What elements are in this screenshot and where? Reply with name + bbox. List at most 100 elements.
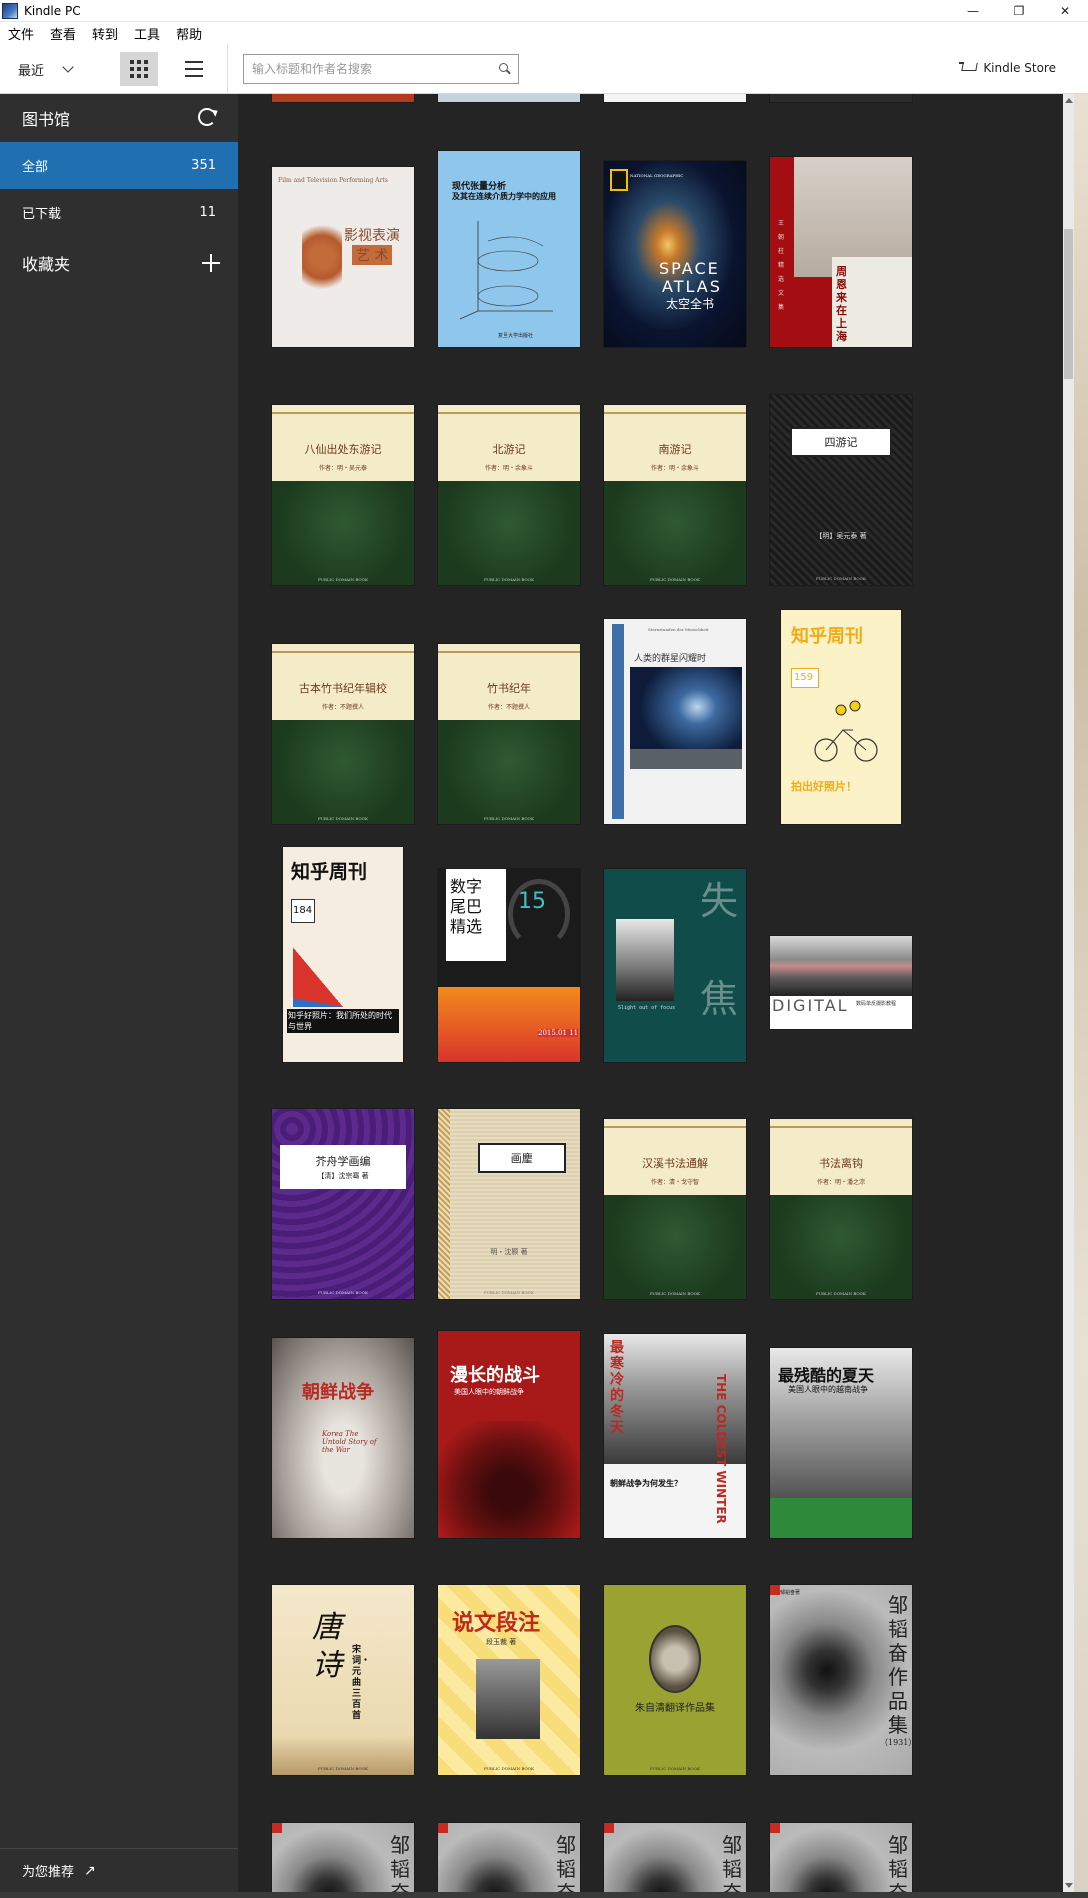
book-cover[interactable]: 汉溪书法通解 作者：清・戈守智 PUBLIC DOMAIN BOOK (604, 1119, 746, 1299)
book-subtitle: 王 朝 柱 精 选 文 集 (778, 220, 785, 311)
title-bar: Kindle PC — ❐ ✕ (0, 0, 1088, 22)
maximize-button[interactable]: ❐ (996, 0, 1042, 22)
external-link-icon: ↗ (84, 1862, 96, 1879)
menu-tools[interactable]: 工具 (134, 24, 160, 43)
book-cover[interactable]: 邹 韬 奋 (438, 1823, 580, 1892)
scroll-down-arrow-icon[interactable] (1065, 1883, 1073, 1888)
cover-photo (616, 919, 674, 1001)
book-cover[interactable]: 书法离钩 作者：明・潘之淙 PUBLIC DOMAIN BOOK (770, 1119, 912, 1299)
minimize-button[interactable]: — (950, 0, 996, 22)
public-domain-label: PUBLIC DOMAIN BOOK (318, 1766, 368, 1771)
book-cover[interactable]: DIGITAL 数码单反摄影教程 (770, 936, 912, 1029)
menu-view[interactable]: 查看 (50, 24, 76, 43)
book-cover[interactable]: 邹 韬 奋 (604, 1823, 746, 1892)
grid-view-button[interactable] (120, 52, 158, 86)
book-cover[interactable]: Film and Television Performing Arts 影视表演… (272, 167, 414, 347)
book-author: 作者：明・潘之淙 (816, 1178, 865, 1186)
sidebar-item-count: 351 (191, 158, 216, 173)
recommend-link[interactable]: 为您推荐 ↗ (0, 1848, 238, 1892)
book-cover[interactable]: 漫长的战斗 美国人眼中的朝鲜战争 (438, 1331, 580, 1538)
menu-help[interactable]: 帮助 (176, 24, 202, 43)
issue-number: 184 (293, 905, 313, 916)
book-author: 作者：不题撰人 (487, 703, 530, 711)
taskbar-edge (0, 1892, 1088, 1898)
public-domain-label: PUBLIC DOMAIN BOOK (484, 1766, 534, 1771)
book-title-3: 奋 (556, 1877, 576, 1892)
book-title-3: 奋 (888, 1877, 908, 1892)
cart-icon (959, 60, 979, 76)
menu-goto[interactable]: 转到 (92, 24, 118, 43)
book-cover[interactable]: 南游记 作者：明・余象斗 PUBLIC DOMAIN BOOK (604, 405, 746, 585)
scrollbar-thumb[interactable] (1064, 229, 1073, 379)
book-subtitle: 数码单反摄影教程 (856, 1001, 897, 1007)
book-title: 影视表演 (344, 228, 400, 244)
book-title: 人类的群星闪耀时 (634, 654, 707, 664)
book-subtitle: 美国人眼中的越南战争 (788, 1385, 868, 1394)
book-title: 北游记 (492, 443, 526, 456)
sidebar-item-downloaded[interactable]: 已下载 11 (0, 189, 238, 236)
kindle-store-link[interactable]: Kindle Store (959, 60, 1056, 76)
book-cover[interactable]: 邹韬奋作品集 （1931） 邹韬奋著 (770, 1585, 912, 1775)
sort-label: 最近 (18, 63, 45, 79)
book-cover[interactable]: 芥舟学画编 【清】沈宗骞 著 PUBLIC DOMAIN BOOK (272, 1109, 414, 1299)
book-author: 段玉裁 著 (486, 1638, 517, 1646)
book-cover[interactable]: 朝鲜战争 Korea The Untold Story of the War (272, 1338, 414, 1538)
cover-band (770, 1498, 912, 1538)
promo-band (438, 987, 580, 1062)
book-cover[interactable]: 失 焦 Slight out of focus (604, 869, 746, 1062)
book-cover-partial[interactable] (438, 94, 580, 102)
book-title: 四游记 (789, 427, 893, 457)
public-domain-label: PUBLIC DOMAIN BOOK (318, 1290, 368, 1295)
book-cover-partial[interactable] (272, 94, 414, 102)
close-button[interactable]: ✕ (1042, 0, 1088, 22)
book-cover[interactable]: 邹 韬 奋 (272, 1823, 414, 1892)
add-collection-icon[interactable] (202, 254, 220, 272)
book-cover[interactable]: 北游记 作者：明・余象斗 PUBLIC DOMAIN BOOK (438, 405, 580, 585)
scroll-up-arrow-icon[interactable] (1065, 98, 1073, 103)
book-cover[interactable]: 朱自清翻译作品集 PUBLIC DOMAIN BOOK (604, 1585, 746, 1775)
book-cover[interactable]: NATIONAL GEOGRAPHIC SPACE ATLAS 太空全书 (604, 161, 746, 347)
book-title-2: 及其在连续介质力学中的应用 (452, 191, 556, 201)
book-cover[interactable]: 古本竹书纪年辑校 作者：不题撰人 PUBLIC DOMAIN BOOK (272, 644, 414, 824)
list-view-button[interactable] (175, 52, 213, 86)
book-cover[interactable]: 四游记 【明】吴元泰 著 PUBLIC DOMAIN BOOK (770, 395, 912, 585)
book-cover[interactable]: 说文段注 段玉裁 著 PUBLIC DOMAIN BOOK (438, 1585, 580, 1775)
book-cover[interactable]: 知乎周刊 159 拍出好照片！ (781, 610, 901, 824)
book-cover[interactable]: 现代张量分析 及其在连续介质力学中的应用 复旦大学出版社 (438, 151, 580, 347)
book-author: 作者：明・余象斗 (650, 464, 699, 472)
castle-wall (630, 749, 742, 769)
book-cover[interactable]: 最残酷的夏天 美国人眼中的越南战争 (770, 1348, 912, 1538)
book-subtitle: Film and Television Performing Arts (278, 177, 388, 184)
book-cover[interactable]: 周恩来在上海 王 朝 柱 精 选 文 集 (770, 157, 912, 347)
library-title: 图书馆 (22, 110, 71, 129)
book-title: 知乎周刊 (791, 626, 863, 647)
book-cover-partial[interactable] (770, 94, 912, 102)
public-domain-label: PUBLIC DOMAIN BOOK (816, 576, 866, 581)
refresh-icon[interactable] (198, 108, 216, 126)
sidebar-item-count: 11 (199, 205, 216, 220)
book-cover-partial[interactable] (604, 94, 746, 102)
book-cover[interactable]: 数字 尾巴 精选 15 2015.01 11 (438, 869, 580, 1062)
public-domain-label: PUBLIC DOMAIN BOOK (484, 577, 534, 582)
book-cover[interactable]: 八仙出处东游记 作者：明・吴元泰 PUBLIC DOMAIN BOOK (272, 405, 414, 585)
tensor-diagram (459, 221, 553, 320)
book-cover[interactable]: 画麈 明・沈颢 著 PUBLIC DOMAIN BOOK (438, 1109, 580, 1299)
search-input[interactable] (252, 62, 492, 76)
sort-dropdown[interactable]: 最近 (18, 56, 98, 82)
book-cover[interactable]: 邹 韬 奋 (770, 1823, 912, 1892)
collections-header: 收藏夹 (0, 236, 238, 290)
book-cover[interactable]: Sternstunden der Menschheit 人类的群星闪耀时 (604, 619, 746, 824)
book-cover[interactable]: 唐诗 宋词・元曲三百首 PUBLIC DOMAIN BOOK (272, 1585, 414, 1775)
menu-file[interactable]: 文件 (8, 24, 34, 43)
natgeo-logo (610, 169, 628, 191)
search-icon[interactable] (492, 55, 518, 83)
kindle-app-icon (2, 2, 18, 19)
book-cover[interactable]: 最寒冷的冬天 THE COLDEST WINTER 朝鲜战争为何发生？ (604, 1334, 746, 1538)
vertical-scrollbar[interactable] (1063, 94, 1074, 1892)
issue-date: 2015.01 11 (538, 1029, 579, 1037)
book-cover[interactable]: 竹书纪年 作者：不题撰人 PUBLIC DOMAIN BOOK (438, 644, 580, 824)
book-title: 朝鲜战争 (302, 1382, 374, 1403)
sidebar-item-all[interactable]: 全部 351 (0, 142, 238, 189)
book-cover[interactable]: 知乎周刊 184 知乎好照片：我们所处的时代与世界 (283, 847, 403, 1062)
book-title: 朱自清翻译作品集 (635, 1703, 715, 1714)
